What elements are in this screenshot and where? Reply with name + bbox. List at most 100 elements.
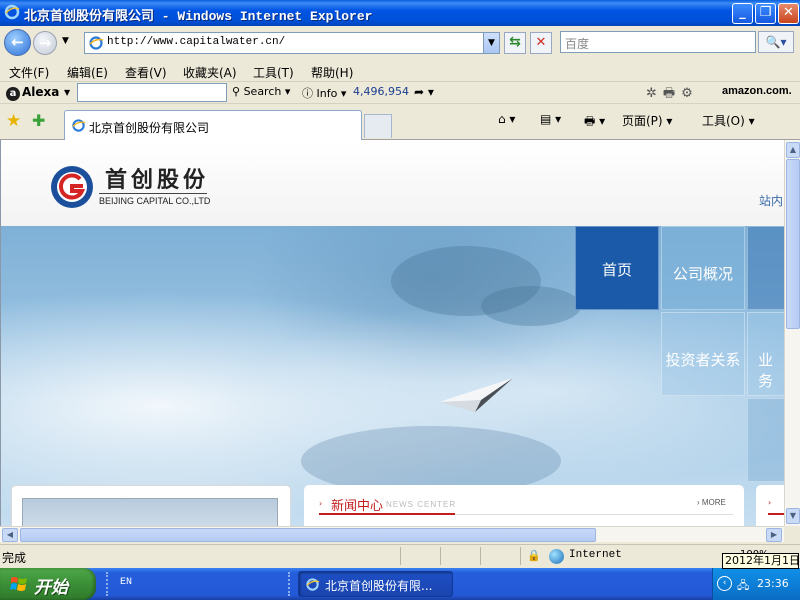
menu-edit[interactable]: 编辑(E) [67, 64, 108, 81]
start-label: 开始 [34, 578, 68, 598]
search-input[interactable]: 百度 [560, 31, 756, 53]
logo-chinese: 首创股份 [105, 167, 210, 193]
nav-company-overview[interactable]: 公司概况 [661, 226, 745, 310]
close-button[interactable]: ✕ [778, 3, 799, 24]
toolbar-grip[interactable] [106, 572, 110, 596]
alexa-tool-icons[interactable]: ✲🖶⚙ [646, 84, 699, 106]
scroll-left-icon[interactable]: ◀ [2, 528, 18, 542]
window-title: 北京首创股份有限公司 - Windows Internet Explorer [24, 9, 373, 24]
favorites-center-icon[interactable]: ★ [6, 111, 21, 131]
alexa-toolbar: a Alexa ▼ ⚲ Search ▾ ⓘ Info ▾ 4,496,954 ➦… [0, 82, 800, 104]
stop-button[interactable]: ✕ [530, 32, 552, 54]
status-divider [400, 547, 401, 565]
horizontal-scroll-thumb[interactable] [20, 528, 596, 542]
cloud [481, 286, 581, 326]
page-icon [89, 36, 104, 50]
toolbar-grip[interactable] [288, 572, 292, 596]
nav-investor-relations[interactable]: 投资者关系 [661, 312, 745, 396]
print-button[interactable]: 🖶 ▾ [584, 112, 605, 133]
news-more-link[interactable]: › MORE [697, 498, 726, 507]
vertical-scroll-thumb[interactable] [786, 159, 800, 329]
right-panel: › [756, 485, 784, 526]
address-url[interactable]: http://www.capitalwater.cn/ [107, 36, 285, 48]
menu-favorites[interactable]: 收藏夹(A) [183, 64, 237, 81]
restore-button[interactable]: ❐ [755, 3, 776, 24]
page-viewport: 首创股份 BEIJING CAPITAL CO.,LTD 站内 首页 公司概况 … [0, 140, 784, 526]
address-bar[interactable]: http://www.capitalwater.cn/ ▼ [84, 32, 500, 54]
back-arrow-icon: ← [11, 33, 24, 51]
nav-tile-partial[interactable] [747, 226, 784, 310]
protected-mode-icon[interactable]: 🔒 [527, 549, 541, 562]
news-title[interactable]: 新闻中心 [331, 495, 383, 514]
nav-home[interactable]: 首页 [575, 226, 659, 310]
feeds-button[interactable]: ▤ ▾ [540, 112, 561, 126]
tab-active[interactable]: 北京首创股份有限公司 [64, 110, 362, 140]
alexa-logo[interactable]: a Alexa [6, 85, 59, 101]
scroll-right-icon[interactable]: ▶ [766, 528, 782, 542]
amazon-link[interactable]: amazon.com. [722, 85, 792, 97]
menu-tools[interactable]: 工具(T) [253, 64, 294, 81]
tools-menu-button[interactable]: 工具(O) ▾ [702, 112, 755, 129]
horizontal-scrollbar[interactable]: ◀ ▶ [0, 526, 784, 542]
alexa-info-button[interactable]: ⓘ Info ▾ [302, 85, 346, 101]
clock[interactable]: 23:36 [757, 577, 789, 590]
status-text: 完成 [2, 551, 27, 565]
page-menu-button[interactable]: 页面(P) ▾ [622, 112, 672, 129]
scroll-up-icon[interactable]: ▲ [786, 142, 800, 158]
scroll-down-icon[interactable]: ▼ [786, 508, 800, 524]
logo-english: BEIJING CAPITAL CO.,LTD [99, 196, 211, 206]
navigation-bar: ← → ▼ http://www.capitalwater.cn/ ▼ ⇆ ✕ … [0, 26, 800, 60]
internet-zone-icon [549, 549, 564, 564]
nav-tile-partial[interactable] [747, 398, 784, 482]
search-button[interactable]: 🔍▾ [758, 31, 794, 53]
nav-business[interactable]: 业务 [747, 312, 784, 396]
menu-file[interactable]: 文件(F) [9, 64, 49, 81]
back-button[interactable]: ← [4, 29, 31, 56]
security-zone[interactable]: Internet [569, 549, 622, 561]
info-icon: ⓘ [302, 87, 317, 100]
vertical-scrollbar[interactable]: ▲ ▼ [784, 140, 800, 526]
refresh-button[interactable]: ⇆ [504, 32, 526, 54]
date-tooltip: 2012年1月1日 [722, 553, 800, 569]
status-bar: 完成 🔒 Internet 100% [0, 544, 800, 568]
recent-pages-dropdown[interactable]: ▼ [62, 36, 69, 46]
menu-view[interactable]: 查看(V) [125, 64, 167, 81]
menu-bar: 文件(F) 编辑(E) 查看(V) 收藏夹(A) 工具(T) 帮助(H) [0, 60, 800, 82]
logo-divider [99, 193, 207, 194]
site-header: 首创股份 BEIJING CAPITAL CO.,LTD 站内 [1, 140, 784, 226]
news-panel: › 新闻中心 NEWS CENTER › MORE [304, 485, 744, 526]
site-search-label[interactable]: 站内 [759, 192, 783, 209]
home-button[interactable]: ⌂ ▾ [498, 112, 515, 126]
tab-page-icon [72, 119, 86, 132]
network-icon[interactable]: 🖧 [737, 577, 749, 596]
status-divider [520, 547, 521, 565]
taskbar: 开始 EN 北京首创股份有限... ‹ 🖧 23:36 [0, 568, 800, 600]
paper-plane-icon [439, 378, 513, 412]
ie-window: 北京首创股份有限公司 - Windows Internet Explorer _… [0, 0, 800, 568]
address-dropdown-icon[interactable]: ▼ [483, 33, 499, 53]
news-subtitle: NEWS CENTER [386, 500, 457, 509]
right-panel-arrow-icon: › [768, 498, 772, 507]
magnifier-icon: ⚲ [232, 85, 244, 98]
new-tab-button[interactable] [364, 114, 392, 138]
scrollbar-corner [784, 526, 800, 542]
company-logo-icon [51, 166, 93, 208]
forward-button[interactable]: → [33, 31, 57, 55]
alexa-rank: 4,496,954 [353, 85, 409, 98]
title-bar: 北京首创股份有限公司 - Windows Internet Explorer _… [0, 0, 800, 26]
alexa-search-input[interactable] [77, 83, 227, 102]
tab-title: 北京首创股份有限公司 [89, 121, 210, 135]
news-underline [319, 513, 455, 515]
start-button[interactable]: 开始 [0, 568, 96, 600]
menu-help[interactable]: 帮助(H) [311, 64, 353, 81]
add-favorites-icon[interactable]: ✚ [32, 111, 45, 130]
main-nav: 首页 公司概况 投资者关系 业务 [575, 226, 784, 486]
alexa-dropdown[interactable]: ▼ [64, 88, 70, 97]
alexa-redirect-icon[interactable]: ➦ ▾ [414, 85, 434, 99]
taskbar-ie-window[interactable]: 北京首创股份有限... [298, 571, 453, 597]
show-hidden-icons-icon[interactable]: ‹ [717, 576, 732, 591]
language-indicator[interactable]: EN [120, 577, 132, 588]
news-divider [455, 514, 733, 515]
alexa-search-button[interactable]: ⚲ Search ▾ [232, 85, 290, 98]
minimize-button[interactable]: _ [732, 3, 753, 24]
